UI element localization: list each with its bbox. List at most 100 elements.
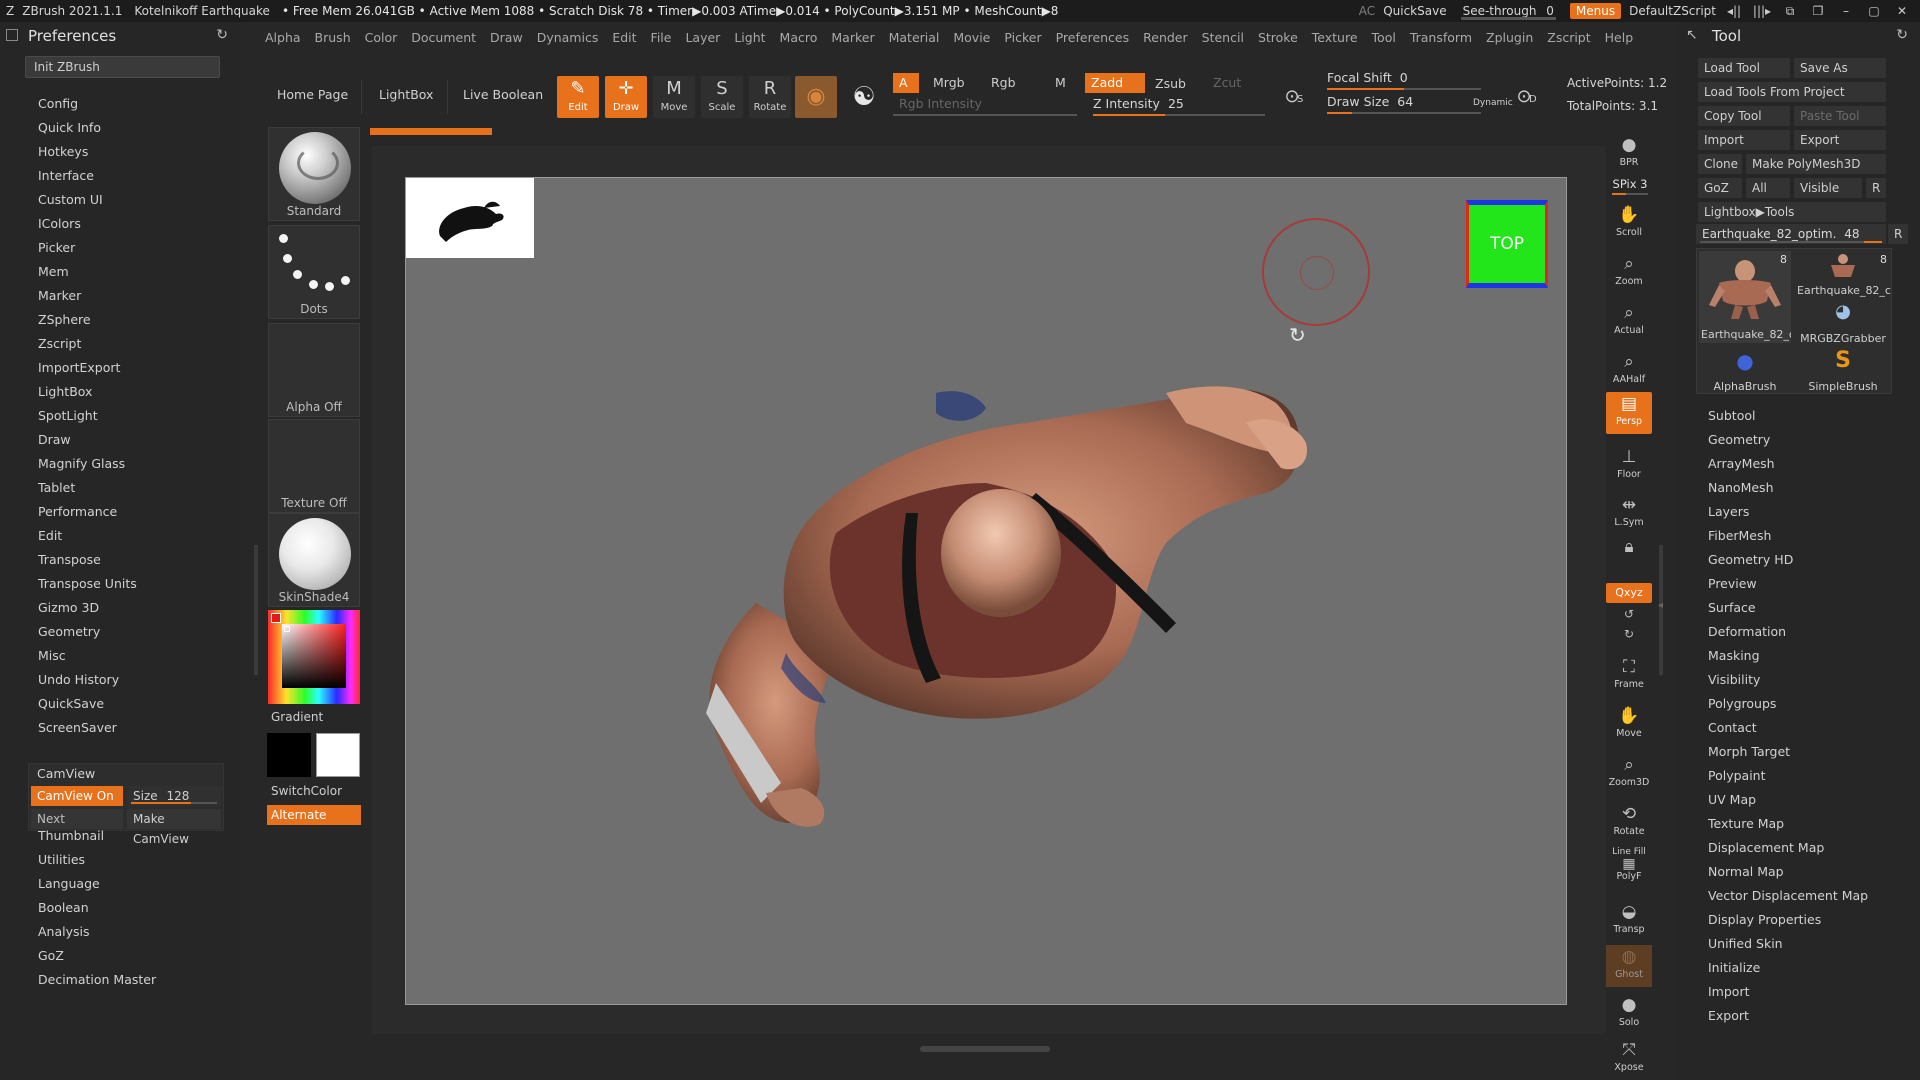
menu-dynamics[interactable]: Dynamics — [537, 30, 599, 45]
pin-icon[interactable]: ↖ — [1686, 27, 1698, 43]
gradient-toggle[interactable]: Gradient — [271, 710, 323, 724]
prefs-item-tablet[interactable]: Tablet — [38, 480, 75, 495]
color-picker[interactable] — [268, 610, 360, 704]
paste-tool-button[interactable]: Paste Tool — [1794, 106, 1886, 126]
document-canvas[interactable]: TOP ↻ — [405, 177, 1567, 1005]
expand-arrow-icon[interactable]: ◂ — [1658, 600, 1663, 611]
tool-section-morph-target[interactable]: Morph Target — [1708, 744, 1790, 759]
menu-material[interactable]: Material — [889, 30, 940, 45]
zcut-toggle[interactable]: Zcut — [1207, 73, 1267, 93]
prefs-item-thumbnail[interactable]: Thumbnail — [38, 828, 104, 843]
menu-brush[interactable]: Brush — [315, 30, 351, 45]
prefs-item-lightbox[interactable]: LightBox — [38, 384, 92, 399]
scale-mode-button[interactable]: S Scale — [701, 76, 743, 118]
prefs-item-interface[interactable]: Interface — [38, 168, 94, 183]
a-toggle[interactable]: A — [893, 73, 919, 93]
edit-mode-button[interactable]: ✎ Edit — [557, 76, 599, 118]
menu-texture[interactable]: Texture — [1312, 30, 1358, 45]
menu-marker[interactable]: Marker — [831, 30, 874, 45]
zoom-button[interactable]: ⌕ Zoom — [1606, 252, 1652, 294]
focal-shift-slider[interactable]: Focal Shift 0 — [1327, 70, 1481, 90]
prefs-item-edit[interactable]: Edit — [38, 528, 62, 543]
secondary-color-swatch[interactable] — [316, 733, 360, 777]
move-view-button[interactable]: ✋ Move — [1606, 704, 1652, 746]
menu-color[interactable]: Color — [365, 30, 398, 45]
navigation-cube[interactable]: TOP — [1466, 200, 1548, 288]
ac-toggle[interactable]: AC — [1359, 4, 1375, 18]
menus-toggle-button[interactable]: Menus — [1569, 3, 1622, 19]
alpha-thumb[interactable]: Alpha Off — [268, 323, 360, 417]
navigation-thumbnail[interactable] — [406, 178, 534, 258]
texture-thumb[interactable]: Texture Off — [268, 419, 360, 513]
tool-thumb-earthquake-main[interactable]: 8 Earthquake_82_c — [1699, 251, 1791, 343]
tool-thumb-alphabrush[interactable]: ● AlphaBrush — [1699, 347, 1791, 393]
prefs-item-config[interactable]: Config — [38, 96, 78, 111]
floor-toggle[interactable]: ⊥ Floor — [1606, 445, 1652, 487]
move-mode-button[interactable]: M Move — [653, 76, 695, 118]
import-tool-button[interactable]: Import — [1698, 130, 1790, 150]
prefs-item-mem[interactable]: Mem — [38, 264, 69, 279]
polyframe-toggle[interactable]: Line Fill ▦ PolyF — [1606, 847, 1652, 891]
quicksave-button[interactable]: QuickSave — [1383, 4, 1446, 18]
menu-picker[interactable]: Picker — [1004, 30, 1041, 45]
tool-section-subtool[interactable]: Subtool — [1708, 408, 1755, 423]
tool-thumb-simplebrush[interactable]: S SimpleBrush — [1795, 347, 1891, 393]
menu-zscript[interactable]: Zscript — [1547, 30, 1590, 45]
camview-on-toggle[interactable]: CamView On — [31, 786, 123, 806]
tool-thumb-mrgbzgrabber[interactable]: ◕ MRGBZGrabber — [1795, 299, 1891, 345]
prefs-item-performance[interactable]: Performance — [38, 504, 117, 519]
menu-preferences[interactable]: Preferences — [1056, 30, 1130, 45]
main-color-swatch[interactable] — [267, 733, 311, 777]
tool-section-polypaint[interactable]: Polypaint — [1708, 768, 1766, 783]
perspective-toggle[interactable]: ▤ Persp — [1606, 392, 1652, 434]
prefs-item-transpose[interactable]: Transpose — [38, 552, 101, 567]
tool-section-displacement-map[interactable]: Displacement Map — [1708, 840, 1824, 855]
live-boolean-button[interactable]: Live Boolean — [463, 80, 543, 110]
menu-file[interactable]: File — [651, 30, 672, 45]
prefs-item-decimation-master[interactable]: Decimation Master — [38, 972, 156, 987]
rotate-view-button[interactable]: ⟲ Rotate — [1606, 802, 1652, 844]
saturation-value-square[interactable] — [282, 624, 346, 688]
goz-button[interactable]: GoZ — [1698, 178, 1742, 198]
window-restore-icon[interactable]: ❐ — [1808, 4, 1828, 18]
layout-alt-icon[interactable]: |||▸ — [1752, 4, 1772, 18]
prefs-item-importexport[interactable]: ImportExport — [38, 360, 120, 375]
xyz-toggle[interactable]: Qxyz — [1606, 583, 1652, 603]
refresh-icon[interactable]: ↻ — [216, 27, 228, 43]
camview-title[interactable]: CamView — [37, 766, 95, 781]
make-polymesh3d-button[interactable]: Make PolyMesh3D — [1746, 154, 1886, 174]
current-tool-slider[interactable]: Earthquake_82_optim. 48 — [1696, 224, 1886, 244]
clone-button[interactable]: Clone — [1698, 154, 1742, 174]
prefs-item-quick-info[interactable]: Quick Info — [38, 120, 101, 135]
prefs-item-draw[interactable]: Draw — [38, 432, 71, 447]
tool-section-vector-displacement-map[interactable]: Vector Displacement Map — [1708, 888, 1868, 903]
copy-tool-button[interactable]: Copy Tool — [1698, 106, 1790, 126]
tool-section-deformation[interactable]: Deformation — [1708, 624, 1786, 639]
default-zscript-button[interactable]: DefaultZScript — [1629, 4, 1716, 18]
transparency-toggle[interactable]: ◒ Transp — [1606, 900, 1652, 942]
menu-zplugin[interactable]: Zplugin — [1486, 30, 1533, 45]
dock-checkbox[interactable] — [6, 29, 18, 41]
tool-section-geometry[interactable]: Geometry — [1708, 432, 1770, 447]
save-as-button[interactable]: Save As — [1794, 58, 1886, 78]
menu-help[interactable]: Help — [1605, 30, 1634, 45]
menu-tool[interactable]: Tool — [1372, 30, 1396, 45]
prefs-item-language[interactable]: Language — [38, 876, 100, 891]
window-swap-icon[interactable]: ⧉ — [1780, 4, 1800, 19]
tool-section-visibility[interactable]: Visibility — [1708, 672, 1760, 687]
prefs-item-custom-ui[interactable]: Custom UI — [38, 192, 103, 207]
prefs-item-utilities[interactable]: Utilities — [38, 852, 85, 867]
tool-section-surface[interactable]: Surface — [1708, 600, 1756, 615]
prefs-item-picker[interactable]: Picker — [38, 240, 75, 255]
canvas-bottom-handle[interactable] — [920, 1046, 1050, 1052]
zsub-toggle[interactable]: Zsub — [1149, 74, 1209, 94]
camview-size-slider[interactable]: Size 128 — [127, 786, 221, 806]
color-swap-button[interactable]: ☯ — [843, 76, 885, 118]
prefs-item-screensaver[interactable]: ScreenSaver — [38, 720, 117, 735]
prefs-item-hotkeys[interactable]: Hotkeys — [38, 144, 88, 159]
tool-section-normal-map[interactable]: Normal Map — [1708, 864, 1784, 879]
tool-section-fibermesh[interactable]: FiberMesh — [1708, 528, 1771, 543]
tool-slider-r-button[interactable]: R — [1888, 224, 1908, 244]
mrgb-toggle[interactable]: Mrgb — [927, 73, 977, 93]
make-camview-button[interactable]: Make CamView — [127, 809, 221, 846]
